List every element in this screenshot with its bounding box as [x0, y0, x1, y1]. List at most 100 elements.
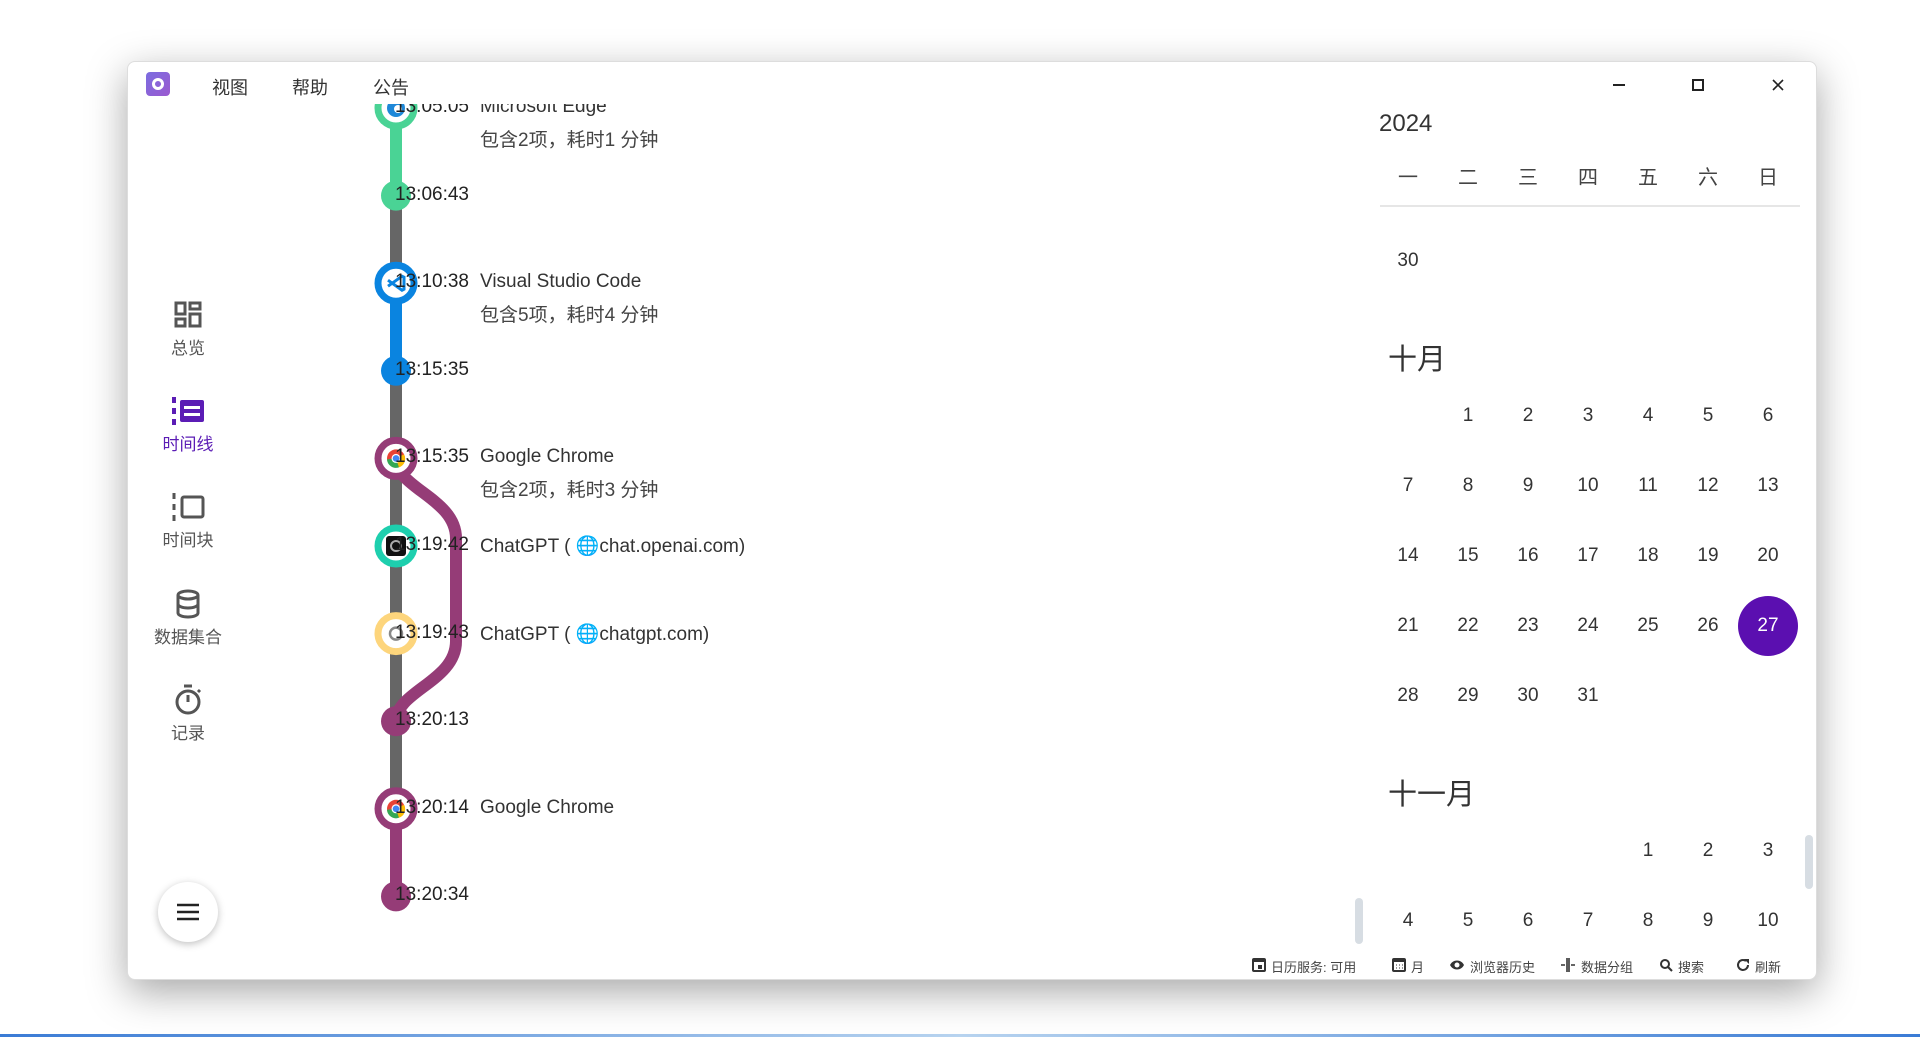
status-item-search[interactable]: 搜索 [1659, 955, 1704, 977]
status-item-refresh[interactable]: 刷新 [1736, 955, 1781, 977]
calendar-day[interactable]: 3 [1738, 821, 1798, 881]
status-item-split[interactable]: 数据分组 [1560, 955, 1633, 977]
app-name: Visual Studio Code [480, 271, 642, 293]
menu-help[interactable]: 帮助 [292, 74, 328, 100]
weekday-header: 三 [1518, 167, 1538, 189]
timeline-entry-title[interactable]: Visual Studio Code [480, 271, 641, 293]
timeline-scrollbar[interactable] [1355, 898, 1363, 944]
timeline-entry-title[interactable]: Google Chrome [480, 446, 614, 468]
calendar-day[interactable]: 8 [1438, 456, 1498, 516]
site-url: chatgpt.com [599, 623, 703, 645]
weekday-header: 六 [1698, 167, 1718, 189]
maximize-button[interactable] [1683, 70, 1713, 100]
timeline-entry-summary: 包含2项，耗时3 分钟 [480, 480, 659, 502]
calendar-day[interactable]: 17 [1558, 526, 1618, 586]
app-name: ChatGPT ( [480, 536, 571, 557]
calendar-day[interactable]: 23 [1498, 596, 1558, 656]
calendar-day[interactable]: 3 [1558, 386, 1618, 446]
status-label: 日历服务: 可用 [1271, 959, 1357, 975]
paren-close: ) [738, 536, 746, 557]
status-item-calendar-month[interactable]: 月 [1392, 955, 1424, 977]
calendar-day[interactable]: 18 [1618, 526, 1678, 586]
status-label: 月 [1411, 959, 1425, 975]
calendar-day[interactable]: 2 [1678, 821, 1738, 881]
calendar-day[interactable]: 14 [1378, 526, 1438, 586]
calendar-day[interactable]: 29 [1438, 666, 1498, 726]
app-name: Microsoft Edge [480, 104, 607, 117]
weekday-header: 二 [1458, 167, 1478, 189]
calendar-day[interactable]: 6 [1498, 891, 1558, 951]
paren-close: ) [702, 623, 710, 645]
close-button[interactable] [1763, 70, 1793, 100]
calendar-day[interactable]: 12 [1678, 456, 1738, 516]
timeline-time: 13:06:43 [395, 183, 469, 205]
timeline-time: 13:15:35 [395, 358, 469, 380]
calendar-scrollbar[interactable] [1805, 835, 1813, 889]
calendar-day[interactable]: 30 [1498, 666, 1558, 726]
calendar-day[interactable]: 1 [1618, 821, 1678, 881]
calendar-day[interactable]: 30 [1378, 231, 1438, 291]
status-item-calendar[interactable]: 日历服务: 可用 [1252, 955, 1356, 977]
app-name: ChatGPT ( [480, 623, 571, 645]
calendar-day[interactable]: 10 [1558, 456, 1618, 516]
calendar-day[interactable]: 6 [1738, 386, 1798, 446]
calendar-day[interactable]: 24 [1558, 596, 1618, 656]
calendar-day[interactable]: 7 [1378, 456, 1438, 516]
weekday-header: 一 [1398, 167, 1418, 189]
calendar-day[interactable]: 28 [1378, 666, 1438, 726]
calendar-day[interactable]: 4 [1378, 891, 1438, 951]
calendar-day[interactable]: 9 [1498, 456, 1558, 516]
status-label: 刷新 [1755, 959, 1782, 975]
calendar-day[interactable]: 9 [1678, 891, 1738, 951]
calendar-day[interactable]: 16 [1498, 526, 1558, 586]
calendar-day[interactable]: 21 [1378, 596, 1438, 656]
site-url: chat.openai.com [599, 536, 739, 557]
timeline-entry-summary: 包含2项，耗时1 分钟 [480, 130, 659, 151]
timeline-time: 13:10:38 [395, 271, 469, 293]
timeline-time: 13:20:34 [395, 884, 469, 906]
status-item-eye[interactable]: 浏览器历史 [1449, 955, 1535, 977]
menu-view[interactable]: 视图 [212, 74, 248, 100]
app-name: Google Chrome [480, 796, 615, 818]
menu-announcements[interactable]: 公告 [373, 74, 409, 100]
globe-icon: 🌐 [575, 623, 600, 645]
calendar-year: 2024 [1379, 110, 1433, 137]
timeline-entry-title[interactable]: Google Chrome [480, 797, 614, 819]
timeline-time: 13:05:05 [395, 104, 469, 117]
calendar-day[interactable]: 22 [1438, 596, 1498, 656]
status-label: 浏览器历史 [1470, 959, 1536, 975]
calendar-divider [1380, 205, 1800, 207]
calendar-day[interactable]: 5 [1438, 891, 1498, 951]
calendar-day[interactable]: 1 [1438, 386, 1498, 446]
calendar-day[interactable]: 19 [1678, 526, 1738, 586]
status-label: 搜索 [1678, 959, 1705, 975]
timeline-time: 13:20:13 [395, 709, 469, 731]
month-label: 十月 [1388, 344, 1447, 376]
calendar-day[interactable]: 7 [1558, 891, 1618, 951]
calendar-day[interactable]: 11 [1618, 456, 1678, 516]
weekday-header: 四 [1578, 167, 1598, 189]
timeline-entry-title[interactable]: ChatGPT ( 🌐chat.openai.com) [480, 534, 745, 558]
calendar-day[interactable]: 10 [1738, 891, 1798, 951]
calendar-day[interactable]: 15 [1438, 526, 1498, 586]
calendar-icon [1252, 957, 1266, 975]
timeline-panel[interactable]: 13:05:05 Microsoft Edge 包含2项，耗时1 分钟 13:06:4… [127, 104, 1367, 974]
timeline-entry-title[interactable]: Microsoft Edge [480, 104, 607, 118]
timeline-time: 13:20:14 [395, 796, 469, 818]
calendar-day[interactable]: 4 [1618, 386, 1678, 446]
calendar-day[interactable]: 20 [1738, 526, 1798, 586]
calendar-day[interactable]: 13 [1738, 456, 1798, 516]
app-name: Google Chrome [480, 446, 615, 468]
calendar-day[interactable]: 26 [1678, 596, 1738, 656]
status-label: 数据分组 [1581, 959, 1634, 975]
calendar-day[interactable]: 2 [1498, 386, 1558, 446]
calendar-day[interactable]: 5 [1678, 386, 1738, 446]
eye-icon [1449, 959, 1465, 974]
timeline-entry-title[interactable]: ChatGPT ( 🌐chatgpt.com) [480, 622, 709, 646]
globe-icon: 🌐 [575, 536, 600, 557]
calendar-day[interactable]: 8 [1618, 891, 1678, 951]
calendar-day[interactable]: 25 [1618, 596, 1678, 656]
calendar-day-selected[interactable]: 27 [1738, 596, 1798, 656]
calendar-day[interactable]: 31 [1558, 666, 1618, 726]
minimize-button[interactable] [1604, 70, 1634, 100]
